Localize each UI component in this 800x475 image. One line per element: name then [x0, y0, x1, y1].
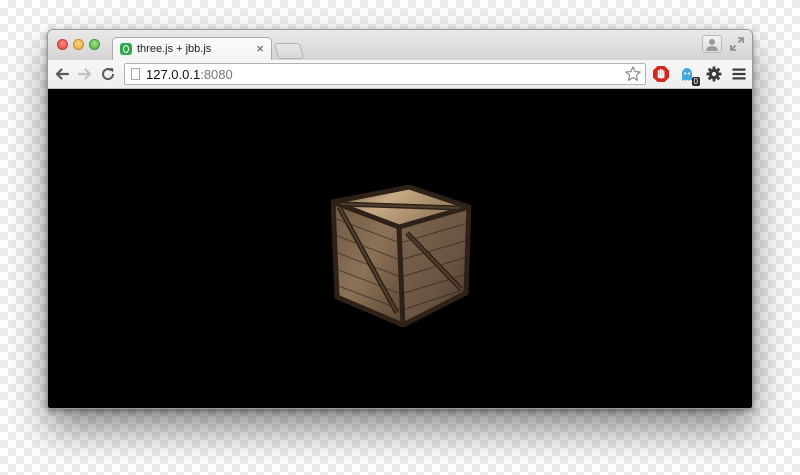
user-icon-body: [706, 46, 718, 51]
maximize-window-button[interactable]: [89, 39, 100, 50]
ghostery-badge: 0: [691, 77, 700, 86]
toolbar: 127.0.0.1:8080 0: [48, 60, 752, 89]
user-icon: [709, 39, 715, 45]
ghostery-extension-button[interactable]: 0: [678, 65, 700, 86]
browser-window: three.js + jbb.js × 127.0.0.1:8080 0: [47, 29, 753, 409]
settings-gear-icon[interactable]: [705, 65, 723, 83]
fullscreen-icon[interactable]: [730, 37, 744, 51]
back-arrow-icon[interactable]: [54, 66, 70, 82]
url-text[interactable]: 127.0.0.1:8080: [146, 67, 233, 82]
url-host: 127.0.0.1: [146, 67, 201, 82]
reload-icon[interactable]: [100, 66, 116, 82]
stop-hand-extension-icon[interactable]: [652, 65, 670, 83]
profile-button[interactable]: [702, 35, 722, 53]
webgl-canvas[interactable]: [48, 89, 752, 408]
tab-active[interactable]: three.js + jbb.js ×: [112, 37, 272, 61]
wooden-crate-model: [331, 185, 471, 327]
new-tab-button[interactable]: [273, 43, 305, 59]
address-bar[interactable]: 127.0.0.1:8080: [124, 63, 646, 85]
tab-close-icon[interactable]: ×: [256, 41, 264, 57]
close-window-button[interactable]: [57, 39, 68, 50]
page-icon: [131, 68, 140, 80]
menu-hamburger-icon[interactable]: [730, 65, 748, 83]
bookmark-star-icon[interactable]: [624, 65, 642, 83]
minimize-window-button[interactable]: [73, 39, 84, 50]
forward-arrow-icon[interactable]: [77, 66, 93, 82]
title-bar: three.js + jbb.js ×: [48, 30, 752, 61]
tab-title: three.js + jbb.js: [137, 43, 212, 55]
favicon-icon: [120, 43, 132, 55]
url-port: :8080: [200, 67, 233, 82]
